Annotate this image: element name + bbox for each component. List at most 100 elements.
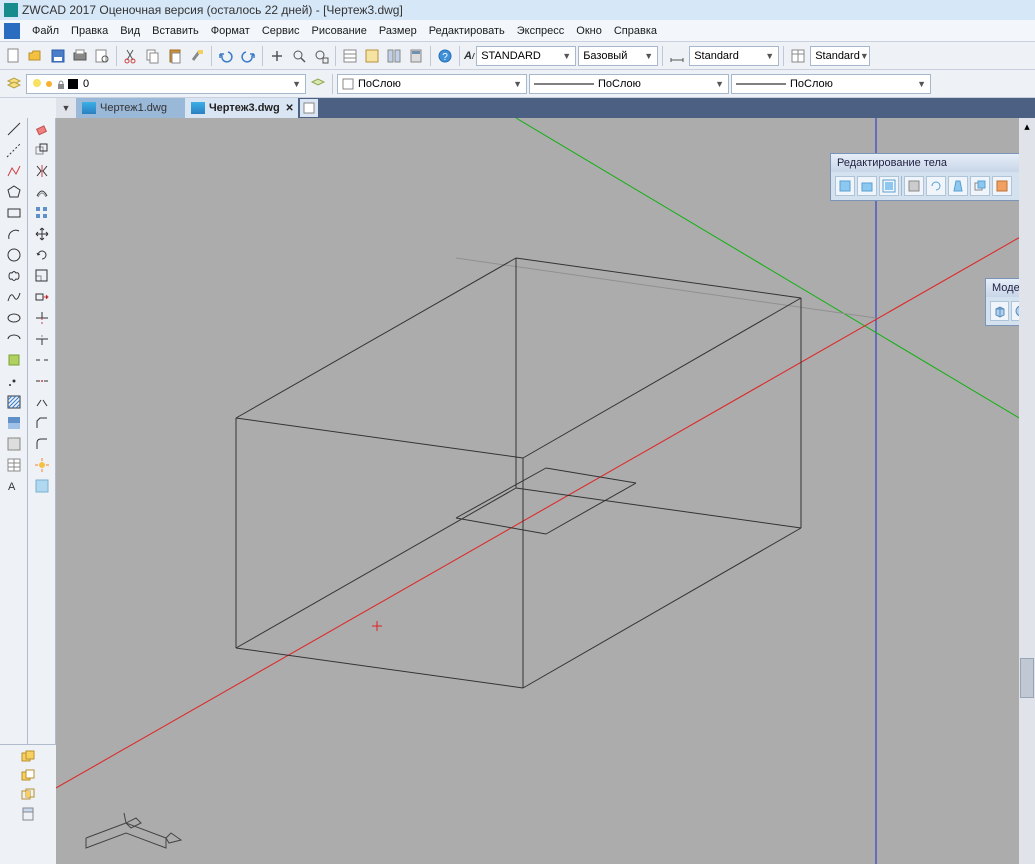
- zoom-icon[interactable]: [289, 46, 309, 66]
- rectangle-icon[interactable]: [5, 204, 23, 222]
- table-icon[interactable]: [5, 456, 23, 474]
- design-center-icon[interactable]: [362, 46, 382, 66]
- menu-view[interactable]: Вид: [120, 25, 140, 37]
- properties-icon[interactable]: [340, 46, 360, 66]
- break-icon[interactable]: [33, 351, 51, 369]
- layer-manager-icon[interactable]: [4, 74, 24, 94]
- menu-express[interactable]: Экспресс: [517, 25, 565, 37]
- region-icon[interactable]: [5, 435, 23, 453]
- menu-window[interactable]: Окно: [576, 25, 602, 37]
- linetype-dropdown[interactable]: ПоСлою▼: [529, 74, 729, 94]
- tab-drawing1[interactable]: Чертеж1.dwg: [76, 98, 185, 118]
- help-icon[interactable]: ?: [435, 46, 455, 66]
- menu-insert[interactable]: Вставить: [152, 25, 199, 37]
- new-icon[interactable]: [4, 46, 24, 66]
- spline-icon[interactable]: [5, 288, 23, 306]
- match-icon[interactable]: [187, 46, 207, 66]
- menu-service[interactable]: Сервис: [262, 25, 300, 37]
- union-icon[interactable]: [20, 749, 36, 765]
- erase-icon[interactable]: [33, 120, 51, 138]
- undo-icon[interactable]: [216, 46, 236, 66]
- rotate-icon[interactable]: [33, 246, 51, 264]
- intersect-icon[interactable]: [20, 787, 36, 803]
- xline-icon[interactable]: [5, 141, 23, 159]
- color-face-icon[interactable]: [992, 176, 1012, 196]
- explode-icon[interactable]: [33, 456, 51, 474]
- pan-icon[interactable]: [267, 46, 287, 66]
- menu-file[interactable]: Файл: [32, 25, 59, 37]
- point-icon[interactable]: [5, 372, 23, 390]
- menu-help[interactable]: Справка: [614, 25, 657, 37]
- block-icon[interactable]: [5, 351, 23, 369]
- dimstyle-icon[interactable]: [667, 46, 687, 66]
- close-tab-icon[interactable]: ✕: [285, 103, 293, 114]
- menu-edit[interactable]: Правка: [71, 25, 108, 37]
- new-tab-button[interactable]: [300, 99, 318, 117]
- fillet-icon[interactable]: [33, 435, 51, 453]
- ellipse-icon[interactable]: [5, 309, 23, 327]
- text-style-dropdown[interactable]: STANDARD▼: [476, 46, 576, 66]
- copy-obj-icon[interactable]: [33, 141, 51, 159]
- line-icon[interactable]: [5, 120, 23, 138]
- taper-face-icon[interactable]: [948, 176, 968, 196]
- dimstyle-dropdown[interactable]: Standard▼: [689, 46, 779, 66]
- revcloud-icon[interactable]: [5, 267, 23, 285]
- tablestyle-dropdown[interactable]: Standard▼: [810, 46, 870, 66]
- drawing-canvas[interactable]: Редактирование тела Модели: [56, 118, 1035, 864]
- layer-prev-icon[interactable]: [308, 74, 328, 94]
- copy-icon[interactable]: [143, 46, 163, 66]
- menu-modify[interactable]: Редактировать: [429, 25, 505, 37]
- redo-icon[interactable]: [238, 46, 258, 66]
- save-icon[interactable]: [48, 46, 68, 66]
- zoom-extents-icon[interactable]: [311, 46, 331, 66]
- offset-icon[interactable]: [33, 183, 51, 201]
- mtext-icon[interactable]: A: [5, 477, 23, 495]
- menu-format[interactable]: Формат: [211, 25, 250, 37]
- app-menu-icon[interactable]: [4, 23, 20, 39]
- tablestyle-icon[interactable]: [788, 46, 808, 66]
- circle-icon[interactable]: [5, 246, 23, 264]
- trim-icon[interactable]: [33, 309, 51, 327]
- box-solid-icon[interactable]: [990, 301, 1009, 321]
- tool-palette-icon[interactable]: [384, 46, 404, 66]
- join-icon[interactable]: [33, 393, 51, 411]
- array-icon[interactable]: [33, 204, 51, 222]
- move-icon[interactable]: [33, 225, 51, 243]
- edit-body-panel[interactable]: Редактирование тела: [830, 153, 1035, 201]
- color-dropdown[interactable]: ПоСлою▼: [337, 74, 527, 94]
- cut-icon[interactable]: [121, 46, 141, 66]
- scale-icon[interactable]: [33, 267, 51, 285]
- tab-drawing3[interactable]: Чертеж3.dwg ✕: [185, 98, 298, 118]
- lineweight-dropdown[interactable]: ПоСлою▼: [731, 74, 931, 94]
- hatch-icon[interactable]: [5, 393, 23, 411]
- open-icon[interactable]: [26, 46, 46, 66]
- layer-dropdown[interactable]: 0 ▼: [26, 74, 306, 94]
- extrude-face-icon[interactable]: [20, 806, 36, 822]
- menu-draw[interactable]: Рисование: [312, 25, 367, 37]
- print-icon[interactable]: [70, 46, 90, 66]
- properties-panel-icon[interactable]: [33, 477, 51, 495]
- copy-face-icon[interactable]: [970, 176, 990, 196]
- paste-icon[interactable]: [165, 46, 185, 66]
- calc-icon[interactable]: [406, 46, 426, 66]
- offset-face-icon[interactable]: [879, 176, 899, 196]
- view-style-dropdown[interactable]: Базовый▼: [578, 46, 658, 66]
- rotate-face-icon[interactable]: [926, 176, 946, 196]
- gradient-icon[interactable]: [5, 414, 23, 432]
- mirror-icon[interactable]: [33, 162, 51, 180]
- polyline-icon[interactable]: [5, 162, 23, 180]
- extend-icon[interactable]: [33, 330, 51, 348]
- vertical-scrollbar[interactable]: ▴: [1019, 118, 1035, 864]
- ellipse-arc-icon[interactable]: [5, 330, 23, 348]
- tab-scroll-left-icon[interactable]: ▼: [62, 103, 71, 113]
- arc-icon[interactable]: [5, 225, 23, 243]
- polygon-icon[interactable]: [5, 183, 23, 201]
- menu-dimension[interactable]: Размер: [379, 25, 417, 37]
- print-preview-icon[interactable]: [92, 46, 112, 66]
- break2-icon[interactable]: [33, 372, 51, 390]
- chamfer-icon[interactable]: [33, 414, 51, 432]
- stretch-icon[interactable]: [33, 288, 51, 306]
- delete-face-icon[interactable]: [904, 176, 924, 196]
- move-face-icon[interactable]: [857, 176, 877, 196]
- extrude-face-icon[interactable]: [835, 176, 855, 196]
